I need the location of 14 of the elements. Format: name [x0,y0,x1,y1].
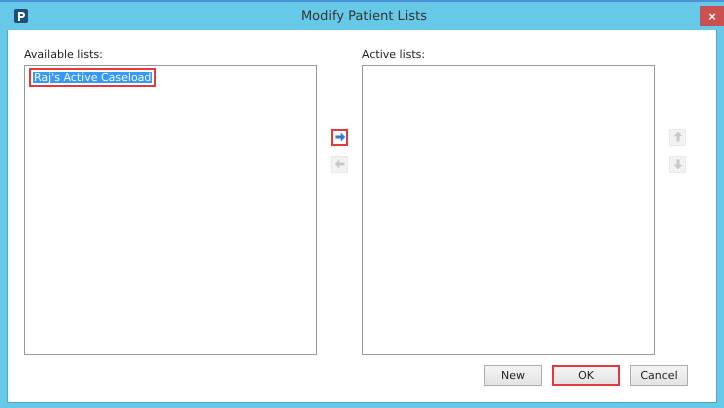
active-lists-label: Active lists: [362,48,426,62]
add-button[interactable] [331,128,348,146]
dialog-button[interactable]: Cancel [630,365,688,386]
window-title: Modify Patient Lists [300,8,428,24]
dialog-button[interactable]: New [484,365,542,386]
active-lists-box[interactable] [362,65,655,355]
up-arrow-icon [672,131,684,143]
available-lists-label: Available lists: [24,48,104,62]
right-arrow-icon [334,131,346,143]
dialog-button[interactable]: OK [552,365,620,386]
down-arrow-icon [672,158,684,170]
close-button[interactable]: × [700,6,724,26]
left-arrow-icon [334,158,346,170]
app-logo-icon [14,9,28,23]
